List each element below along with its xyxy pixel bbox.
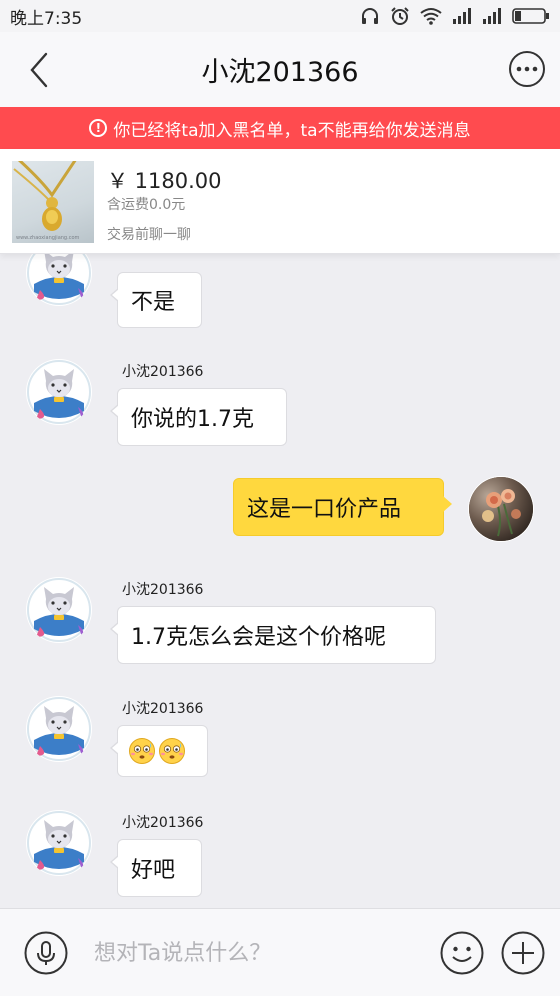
wifi-icon bbox=[420, 8, 442, 25]
warning-text: 你已经将ta加入黑名单，ta不能再给你发送消息 bbox=[113, 120, 471, 141]
plus-icon[interactable] bbox=[501, 931, 545, 975]
signal-icon bbox=[483, 8, 501, 24]
avatar[interactable] bbox=[26, 577, 92, 643]
page-title: 小沈201366 bbox=[201, 57, 359, 88]
message-input[interactable] bbox=[94, 935, 414, 971]
sender-name: 小沈201366 bbox=[122, 815, 204, 831]
chat-header: 小沈201366 bbox=[0, 32, 560, 107]
worried-face-icon bbox=[129, 738, 155, 764]
message-bubble[interactable]: 好吧 bbox=[110, 839, 202, 897]
avatar[interactable] bbox=[26, 254, 92, 306]
message-bubble[interactable]: 不是 bbox=[110, 272, 202, 328]
cat-avatar-icon bbox=[27, 811, 91, 875]
headphones-icon bbox=[362, 8, 378, 24]
smiley-icon[interactable] bbox=[440, 931, 484, 975]
message-text: 不是 bbox=[131, 290, 176, 315]
status-time: 晚上7:35 bbox=[10, 8, 83, 29]
chat-messages[interactable]: 不是 小沈201366 你说的1.7克 这是一口价产品 小沈201366 1.7… bbox=[0, 254, 560, 908]
message-text: 1.7克怎么会是这个价格呢 bbox=[131, 625, 386, 650]
cat-avatar-icon bbox=[27, 360, 91, 424]
cat-avatar-icon bbox=[27, 254, 91, 305]
gold-pendant-icon: www.zhaoxiangjiang.com bbox=[13, 161, 79, 241]
avatar[interactable] bbox=[26, 696, 92, 762]
sender-name: 小沈201366 bbox=[122, 701, 204, 717]
my-avatar[interactable] bbox=[468, 476, 534, 542]
alarm-icon bbox=[391, 7, 409, 25]
message-bubble[interactable] bbox=[110, 725, 208, 777]
exclamation-circle-icon: ! bbox=[89, 119, 108, 137]
message-bubble[interactable]: 你说的1.7克 bbox=[110, 388, 287, 446]
message-text: 你说的1.7克 bbox=[131, 407, 254, 432]
sender-name: 小沈201366 bbox=[122, 364, 204, 380]
message-text: 好吧 bbox=[131, 858, 176, 883]
cat-avatar-icon bbox=[27, 578, 91, 642]
worried-face-icon bbox=[159, 738, 185, 764]
signal-icon bbox=[453, 8, 471, 24]
sender-name: 小沈201366 bbox=[122, 582, 204, 598]
more-button[interactable] bbox=[508, 50, 546, 88]
microphone-icon[interactable] bbox=[24, 931, 68, 975]
avatar[interactable] bbox=[26, 810, 92, 876]
my-message-bubble[interactable]: 这是一口价产品 bbox=[233, 478, 452, 536]
thumb-watermark: www.zhaoxiangjiang.com bbox=[16, 235, 79, 241]
battery-icon bbox=[512, 8, 549, 24]
status-bar: 晚上7:35 bbox=[0, 0, 560, 32]
product-card[interactable]: www.zhaoxiangjiang.com ￥ 1180.00 含运费0.0元… bbox=[0, 149, 560, 254]
status-icons bbox=[360, 6, 550, 26]
message-text: 这是一口价产品 bbox=[247, 497, 402, 522]
product-shipping: 含运费0.0元 bbox=[107, 197, 186, 213]
product-chat-prompt: 交易前聊一聊 bbox=[107, 227, 191, 243]
product-price: ￥ 1180.00 bbox=[107, 169, 222, 193]
back-button[interactable] bbox=[22, 50, 58, 90]
message-bubble[interactable]: 1.7克怎么会是这个价格呢 bbox=[110, 606, 436, 664]
avatar[interactable] bbox=[26, 359, 92, 425]
input-bar bbox=[0, 908, 560, 996]
blacklist-warning: ! 你已经将ta加入黑名单，ta不能再给你发送消息 bbox=[0, 107, 560, 149]
product-thumbnail[interactable]: www.zhaoxiangjiang.com bbox=[12, 161, 94, 243]
cat-avatar-icon bbox=[27, 697, 91, 761]
flower-avatar-icon bbox=[469, 477, 533, 541]
